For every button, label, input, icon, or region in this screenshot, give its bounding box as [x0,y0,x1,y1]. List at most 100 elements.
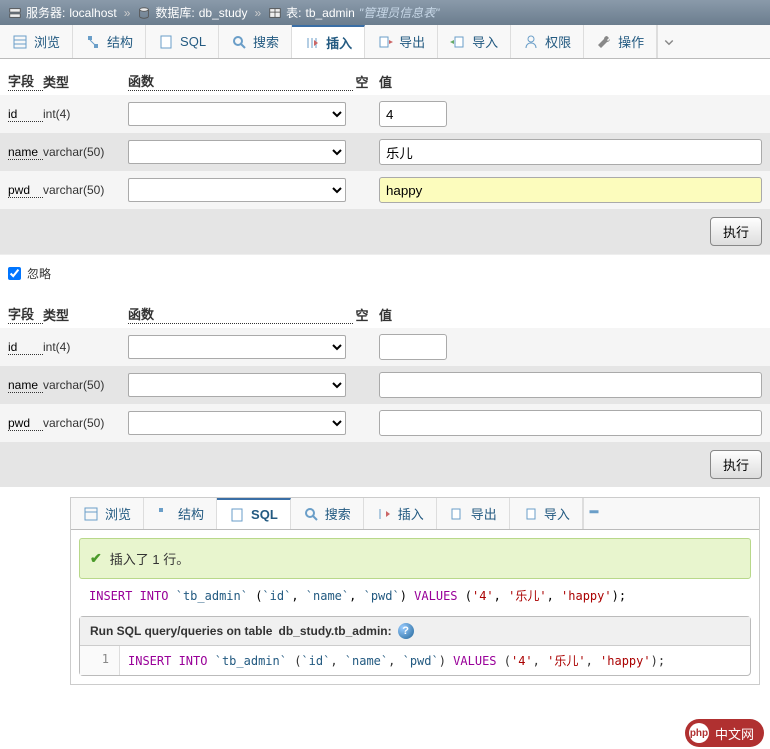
submit-row: 执行 [0,209,770,254]
export-icon [377,34,393,50]
success-message: 插入了 1 行。 [79,538,751,579]
separator: » [124,6,131,20]
value-input-id[interactable] [379,334,447,360]
tab-import[interactable]: 导入 [510,498,583,529]
sql-icon [229,507,245,523]
tab-export[interactable]: 导出 [437,498,510,529]
db-label: 数据库: [155,4,194,21]
tab-browse[interactable]: 浏览 [0,25,73,58]
query-body: 1 INSERT INTO `tb_admin` (`id`, `name`, … [80,646,750,675]
form2: id int(4) name varchar(50) pwd varchar(5… [0,328,770,487]
value-input-pwd[interactable] [379,177,762,203]
tab-more[interactable] [657,25,679,58]
tab-operations[interactable]: 操作 [584,25,657,58]
struct-icon [156,506,172,522]
table-icon [268,6,282,20]
more-icon [588,508,600,520]
field-name: name [8,378,43,393]
field-type: int(4) [43,340,128,354]
tab-insert[interactable]: 插入 [364,498,437,529]
tab-structure[interactable]: 结构 [144,498,217,529]
ignore-row: 忽略 [0,254,770,292]
browse-icon [12,34,28,50]
sql-editor-line[interactable]: INSERT INTO `tb_admin` (`id`, `name`, `p… [120,646,673,675]
export-icon [449,506,465,522]
value-input-name[interactable] [379,372,762,398]
tab-import[interactable]: 导入 [438,25,511,58]
table-value[interactable]: tb_admin [305,6,354,20]
table-row: pwd varchar(50) [0,171,770,209]
field-type: varchar(50) [43,183,128,197]
tab-structure[interactable]: 结构 [73,25,146,58]
tab-privileges[interactable]: 权限 [511,25,584,58]
search-icon [231,34,247,50]
form2-header: 字段 类型 函数 空 值 [0,300,770,328]
func-select[interactable] [128,335,346,359]
execute-button[interactable]: 执行 [710,450,762,479]
struct-icon [85,34,101,50]
result-panel: 浏览 结构 SQL 搜索 插入 导出 导入 插入了 1 行。 INSERT IN… [70,497,760,685]
more-icon [663,36,675,48]
watermark-text: 中文网 [715,724,754,743]
func-select[interactable] [128,373,346,397]
col-func-header: 函数 [128,71,353,91]
tab-export[interactable]: 导出 [365,25,438,58]
query-title: Run SQL query/queries on table db_study.… [80,617,750,646]
watermark-logo: php [689,723,709,743]
table-row: name varchar(50) [0,366,770,404]
separator: » [254,6,261,20]
check-icon [90,550,102,567]
tab-browse[interactable]: 浏览 [71,498,144,529]
table-label: 表: [286,4,301,21]
execute-button[interactable]: 执行 [710,217,762,246]
tab-search[interactable]: 搜索 [219,25,292,58]
field-name: pwd [8,416,43,431]
col-func-header: 函数 [128,304,353,324]
success-text: 插入了 1 行。 [110,549,189,568]
wrench-icon [596,34,612,50]
tab-sql[interactable]: SQL [146,25,219,58]
db-value[interactable]: db_study [199,6,248,20]
browse-icon [83,506,99,522]
form1: id int(4) name varchar(50) pwd varchar(5… [0,95,770,254]
table-row: name varchar(50) [0,133,770,171]
submit-row: 执行 [0,442,770,487]
field-name: pwd [8,183,43,198]
value-input-id[interactable] [379,101,447,127]
field-name: name [8,145,43,160]
sql-icon [158,34,174,50]
table-row: id int(4) [0,95,770,133]
col-field-header: 字段 [8,71,43,91]
result-tabs: 浏览 结构 SQL 搜索 插入 导出 导入 [71,498,759,530]
col-type-header: 类型 [43,72,128,91]
field-name: id [8,107,43,122]
tab-insert[interactable]: 插入 [292,25,365,58]
import-icon [450,34,466,50]
func-select[interactable] [128,140,346,164]
help-icon[interactable]: ? [398,623,414,639]
table-comment: "管理员信息表" [359,4,440,21]
col-field-header: 字段 [8,304,43,324]
server-value[interactable]: localhost [69,6,116,20]
server-label: 服务器: [26,4,65,21]
tab-more[interactable] [583,498,605,529]
func-select[interactable] [128,411,346,435]
database-icon [137,6,151,20]
field-name: id [8,340,43,355]
func-select[interactable] [128,102,346,126]
ignore-label: 忽略 [27,265,51,282]
main-tabs: 浏览 结构 SQL 搜索 插入 导出 导入 权限 操作 [0,25,770,59]
query-panel: Run SQL query/queries on table db_study.… [79,616,751,676]
import-icon [522,506,538,522]
ignore-checkbox[interactable] [8,267,21,280]
tab-sql[interactable]: SQL [217,498,291,529]
col-null-header: 空 [353,72,371,91]
tab-search[interactable]: 搜索 [291,498,364,529]
func-select[interactable] [128,178,346,202]
value-input-pwd[interactable] [379,410,762,436]
search-icon [303,506,319,522]
field-type: varchar(50) [43,145,128,159]
col-null-header: 空 [353,305,371,324]
breadcrumb: 服务器: localhost » 数据库: db_study » 表: tb_a… [0,0,770,25]
value-input-name[interactable] [379,139,762,165]
